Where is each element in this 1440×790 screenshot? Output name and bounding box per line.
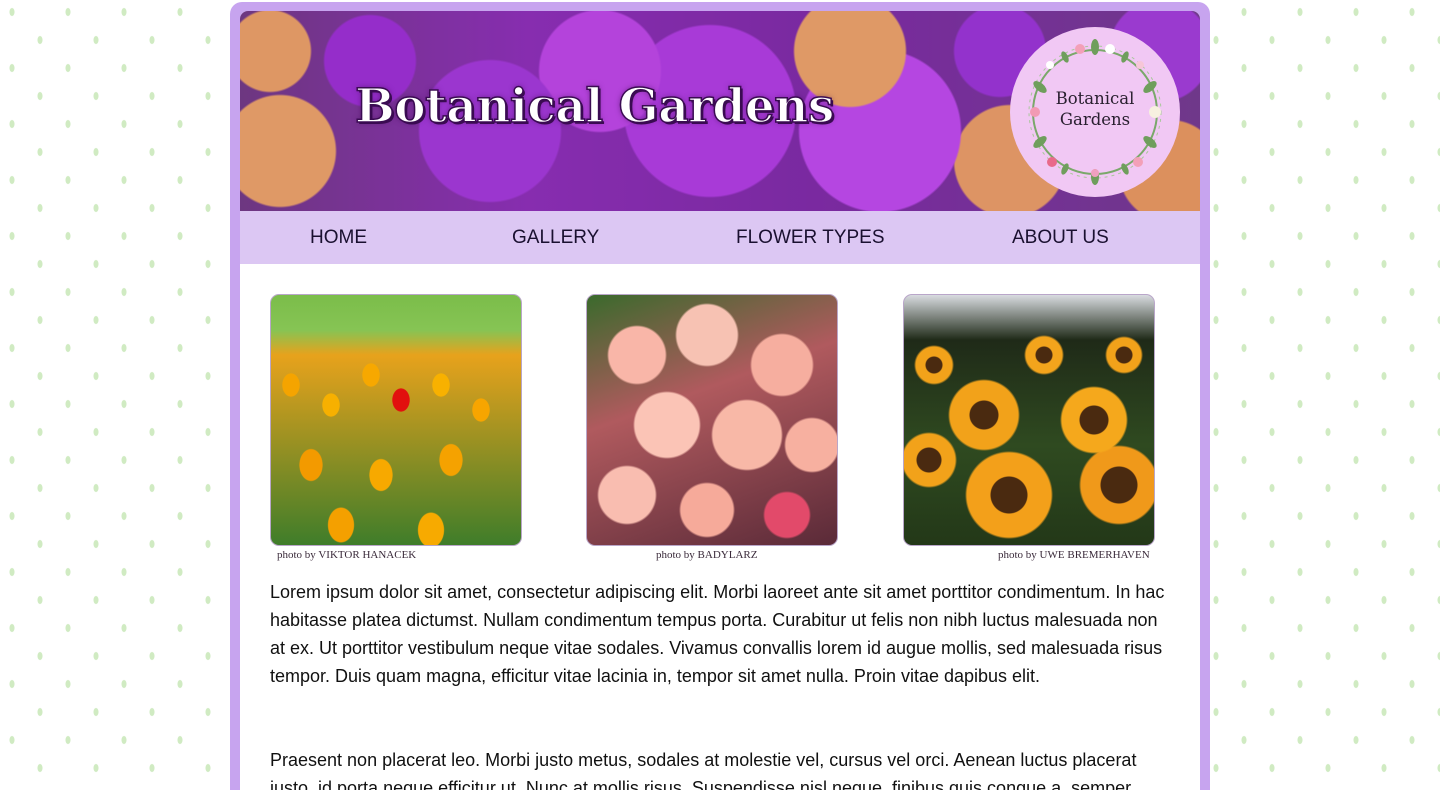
- logo-line-2: Gardens: [1059, 110, 1131, 129]
- logo-text: Botanical Gardens: [1010, 88, 1180, 130]
- body-paragraph-2: Praesent non placerat leo. Morbi justo m…: [270, 750, 1137, 790]
- logo-line-1: Botanical: [1055, 89, 1135, 108]
- photo-credit-sunflowers: photo by UWE BREMERHAVEN: [998, 549, 1150, 561]
- photo-credit-carnations: photo by BADYLARZ: [656, 549, 758, 561]
- site-title: Botanical Gardens: [354, 78, 835, 135]
- main-nav: HOME GALLERY FLOWER TYPES ABOUT US: [240, 211, 1200, 264]
- tulips-photo: [270, 294, 522, 546]
- sunflowers-photo: [903, 294, 1155, 546]
- header-banner: Botanical Gardens Botanical Gardens: [240, 11, 1200, 211]
- nav-item-gallery[interactable]: GALLERY: [512, 227, 599, 249]
- photo-credit-tulips: photo by VIKTOR HANACEK: [277, 549, 417, 561]
- body-paragraph-1: Lorem ipsum dolor sit amet, consectetur …: [270, 582, 1165, 686]
- photo-gallery: photo by VIKTOR HANACEK photo by BADYLAR…: [270, 294, 1170, 564]
- site-logo[interactable]: Botanical Gardens: [1010, 27, 1180, 197]
- nav-item-about-us[interactable]: ABOUT US: [1012, 227, 1109, 249]
- nav-item-home[interactable]: HOME: [310, 227, 367, 249]
- carnations-photo: [586, 294, 838, 546]
- nav-item-flower-types[interactable]: FLOWER TYPES: [736, 227, 885, 249]
